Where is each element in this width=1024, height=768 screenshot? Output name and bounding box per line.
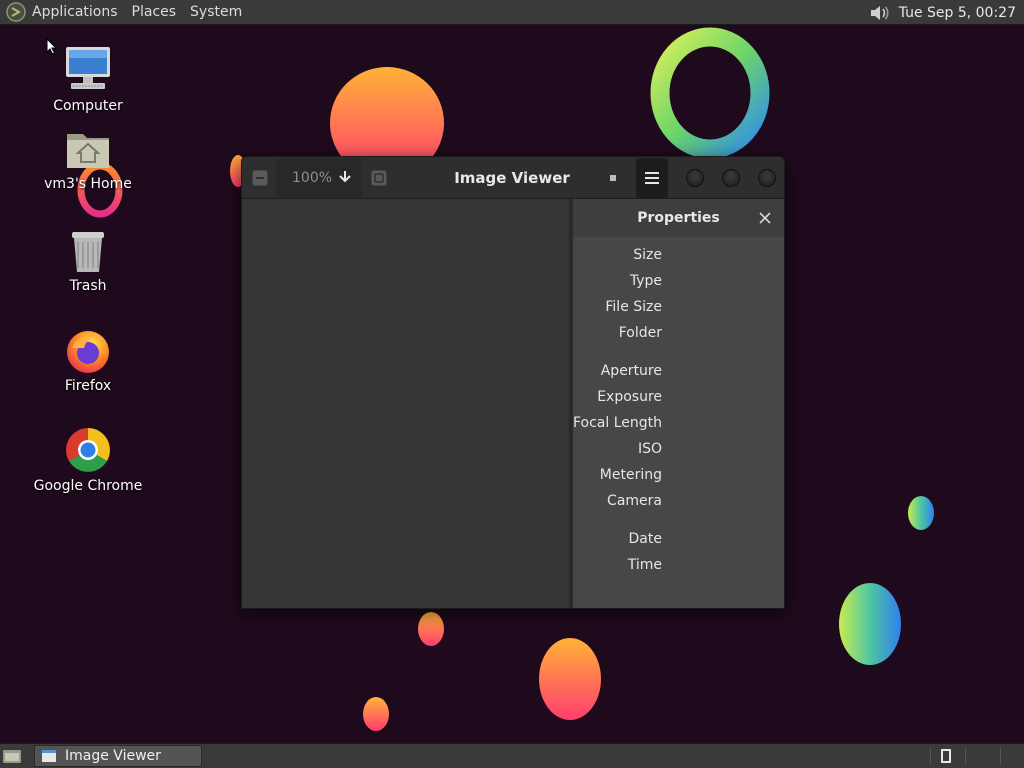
image-canvas[interactable] [242, 199, 569, 608]
desktop-icon-label: Computer [53, 98, 123, 114]
main-menu-button[interactable] [636, 158, 668, 198]
image-viewer-window: 100% Image Viewer Properties Size Type F… [241, 156, 785, 609]
places-menu[interactable]: Places [132, 4, 177, 20]
taskbar-item-label: Image Viewer [65, 748, 161, 764]
prop-iso-label: ISO [637, 441, 662, 457]
desktop-icon-firefox[interactable]: Firefox [28, 326, 148, 394]
divider [1000, 747, 1001, 765]
desktop-icon-trash[interactable]: Trash [28, 228, 148, 294]
chevron-down-icon [339, 171, 351, 183]
zoom-selector[interactable]: 100% [276, 158, 362, 198]
headerbar[interactable]: 100% Image Viewer [242, 157, 784, 199]
fullscreen-icon[interactable] [610, 175, 616, 181]
computer-icon [66, 47, 110, 89]
minimize-button[interactable] [686, 169, 704, 187]
close-icon[interactable] [757, 210, 773, 226]
prop-type-label: Type [629, 273, 662, 289]
firefox-icon [67, 331, 109, 373]
workspace-switcher[interactable] [941, 749, 951, 763]
window-title: Image Viewer [454, 169, 570, 187]
chrome-icon [66, 428, 110, 472]
prop-exposure-label: Exposure [597, 389, 662, 405]
properties-title: Properties [637, 210, 720, 226]
desktop-icon-label: vm3's Home [44, 176, 132, 192]
window-icon [42, 750, 56, 762]
prop-file-size-label: File Size [605, 299, 662, 315]
mouse-cursor-icon [46, 38, 58, 55]
divider [965, 747, 966, 765]
desktop-icon-home[interactable]: vm3's Home [28, 126, 148, 192]
bottom-panel: Image Viewer [0, 743, 1024, 768]
mate-logo-icon[interactable] [6, 2, 26, 22]
taskbar-item-image-viewer[interactable]: Image Viewer [34, 745, 202, 767]
close-button[interactable] [758, 169, 776, 187]
properties-panel: Properties Size Type File Size Folder Ap… [573, 199, 784, 608]
hamburger-menu-icon [645, 172, 659, 184]
trash-icon [72, 232, 104, 272]
zoom-out-icon [256, 177, 264, 179]
home-folder-icon [67, 134, 109, 168]
zoom-in-button[interactable] [371, 170, 387, 186]
desktop-icon-label: Trash [69, 278, 107, 294]
prop-focal-length-label: Focal Length [572, 415, 662, 431]
prop-aperture-label: Aperture [600, 363, 662, 379]
show-desktop-icon[interactable] [2, 747, 22, 765]
zoom-value: 100% [292, 170, 333, 186]
maximize-button[interactable] [722, 169, 740, 187]
desktop-icon-label: Firefox [64, 378, 112, 394]
clock[interactable]: Tue Sep 5, 00:27 [899, 5, 1016, 21]
volume-icon[interactable] [869, 3, 891, 23]
properties-header: Properties [573, 199, 784, 237]
top-panel: Applications Places System Tue Sep 5, 00… [0, 0, 1024, 25]
top-panel-tray: Tue Sep 5, 00:27 [869, 0, 1016, 25]
prop-time-label: Time [627, 557, 662, 573]
desktop-icon-label: Google Chrome [33, 478, 143, 494]
zoom-in-icon [374, 173, 384, 183]
desktop-icon-chrome[interactable]: Google Chrome [28, 426, 148, 494]
prop-metering-label: Metering [599, 467, 662, 483]
zoom-out-button[interactable] [252, 170, 268, 186]
prop-camera-label: Camera [607, 493, 662, 509]
applications-menu[interactable]: Applications [32, 4, 118, 20]
prop-folder-label: Folder [618, 325, 662, 341]
system-menu[interactable]: System [190, 4, 242, 20]
divider [930, 747, 931, 765]
prop-date-label: Date [628, 531, 662, 547]
prop-size-label: Size [633, 247, 662, 263]
